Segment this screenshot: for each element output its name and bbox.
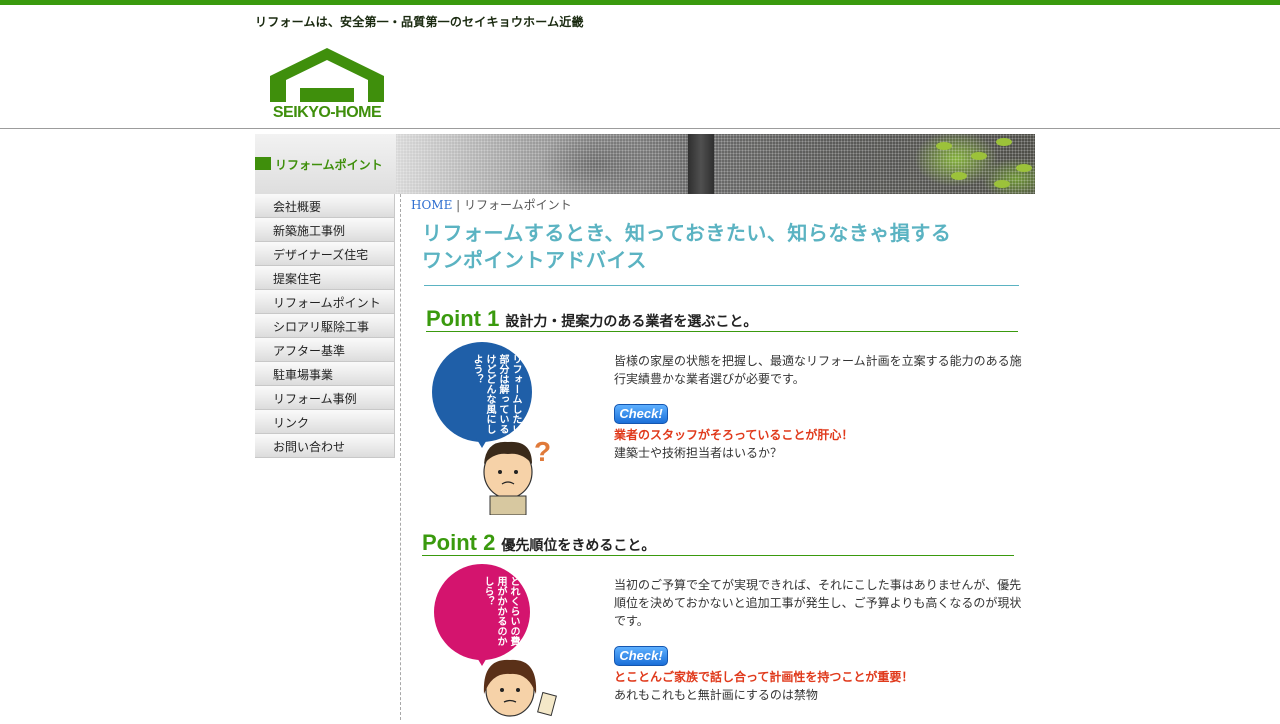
top-accent-bar (0, 0, 1280, 5)
sidebar-item-new-builds[interactable]: 新築施工事例 (255, 218, 395, 242)
sidebar-item-proposal-house[interactable]: 提案住宅 (255, 266, 395, 290)
sidebar-item-contact[interactable]: お問い合わせ (255, 434, 395, 458)
site-logo[interactable]: SEIKYO-HOME (268, 46, 386, 126)
breadcrumb-current: リフォームポイント (464, 198, 572, 212)
sidebar-item-after-service[interactable]: アフター基準 (255, 338, 395, 362)
intro-heading: リフォームするとき、知っておきたい、知らなきゃ損する ワンポイントアドバイス (422, 220, 951, 274)
breadcrumb-separator: | (452, 198, 465, 212)
intro-rule (424, 285, 1019, 286)
point-2-number: Point 2 (422, 530, 496, 555)
point-2-check-badge: Check! (614, 646, 668, 666)
sidebar-item-company[interactable]: 会社概要 (255, 194, 395, 218)
point-1-number: Point 1 (426, 306, 500, 331)
heading-square-icon (255, 157, 271, 170)
point-1-title: 設計力・提案力のある業者を選ぶこと。 (505, 314, 758, 330)
house-logo-icon (270, 48, 384, 102)
sidebar-item-reform-points[interactable]: リフォームポイント (255, 290, 395, 314)
point-1-bubble-text: リフォームしたい部分は解っているけどどんな風にしよう？ (471, 354, 521, 434)
intro-line-1: リフォームするとき、知っておきたい、知らなきゃ損する (422, 221, 952, 245)
point-2-alert: とことんご家族で話し合って計画性を持つことが重要！ (614, 670, 914, 684)
point-2-rule (422, 555, 1014, 556)
point-2-illustration: どれくらいの費用がかかるのかしら？ (430, 562, 570, 720)
point-2-title: 優先順位をきめること。 (501, 538, 656, 554)
sidebar-nav: 会社概要 新築施工事例 デザイナーズ住宅 提案住宅 リフォームポイント シロアリ… (255, 194, 395, 458)
breadcrumb: HOME | リフォームポイント (411, 196, 572, 213)
point-1-alert: 業者のスタッフがそろっていることが肝心！ (614, 428, 854, 442)
point-1-heading: Point 1 設計力・提案力のある業者を選ぶこと。 (426, 306, 757, 332)
point-1-note: 建築士や技術担当者はいるか？ (614, 446, 783, 460)
intro-line-2: ワンポイントアドバイス (422, 248, 647, 272)
sidebar-heading: リフォームポイント (255, 134, 396, 194)
question-mark-icon: ? (534, 436, 552, 467)
point-1-rule (426, 331, 1018, 332)
sidebar-item-links[interactable]: リンク (255, 410, 395, 434)
point-2-heading: Point 2 優先順位をきめること。 (422, 530, 655, 556)
breadcrumb-home-link[interactable]: HOME (411, 198, 452, 212)
point-1-check-badge: Check! (614, 404, 668, 424)
sidebar-item-parking[interactable]: 駐車場事業 (255, 362, 395, 386)
sidebar-item-termite[interactable]: シロアリ駆除工事 (255, 314, 395, 338)
logo-text: SEIKYO-HOME (272, 104, 382, 121)
sidebar-heading-label: リフォームポイント (275, 158, 383, 172)
point-1-body: 皆様の家屋の状態を把握し、最適なリフォーム計画を立案する能力のある施行実績豊かな… (614, 354, 1022, 386)
point-2-bubble-text: どれくらいの費用がかかるのかしら？ (482, 576, 519, 646)
point-2-note: あれもこれもと無計画にするのは禁物 (614, 688, 818, 702)
sidebar-item-designers-house[interactable]: デザイナーズ住宅 (255, 242, 395, 266)
point-2-body: 当初のご予算で全てが実現できれば、それにこした事はありませんが、優先順位を決めて… (614, 578, 1022, 628)
header-divider (0, 128, 1280, 129)
header-banner-photo (396, 134, 1035, 194)
point-1-illustration: リフォームしたい部分は解っているけどどんな風にしよう？ ? (426, 340, 566, 516)
sidebar-item-reform-cases[interactable]: リフォーム事例 (255, 386, 395, 410)
header-tagline: リフォームは、安全第一・品質第一のセイキョウホーム近畿 (255, 15, 584, 29)
content-divider (400, 194, 401, 720)
